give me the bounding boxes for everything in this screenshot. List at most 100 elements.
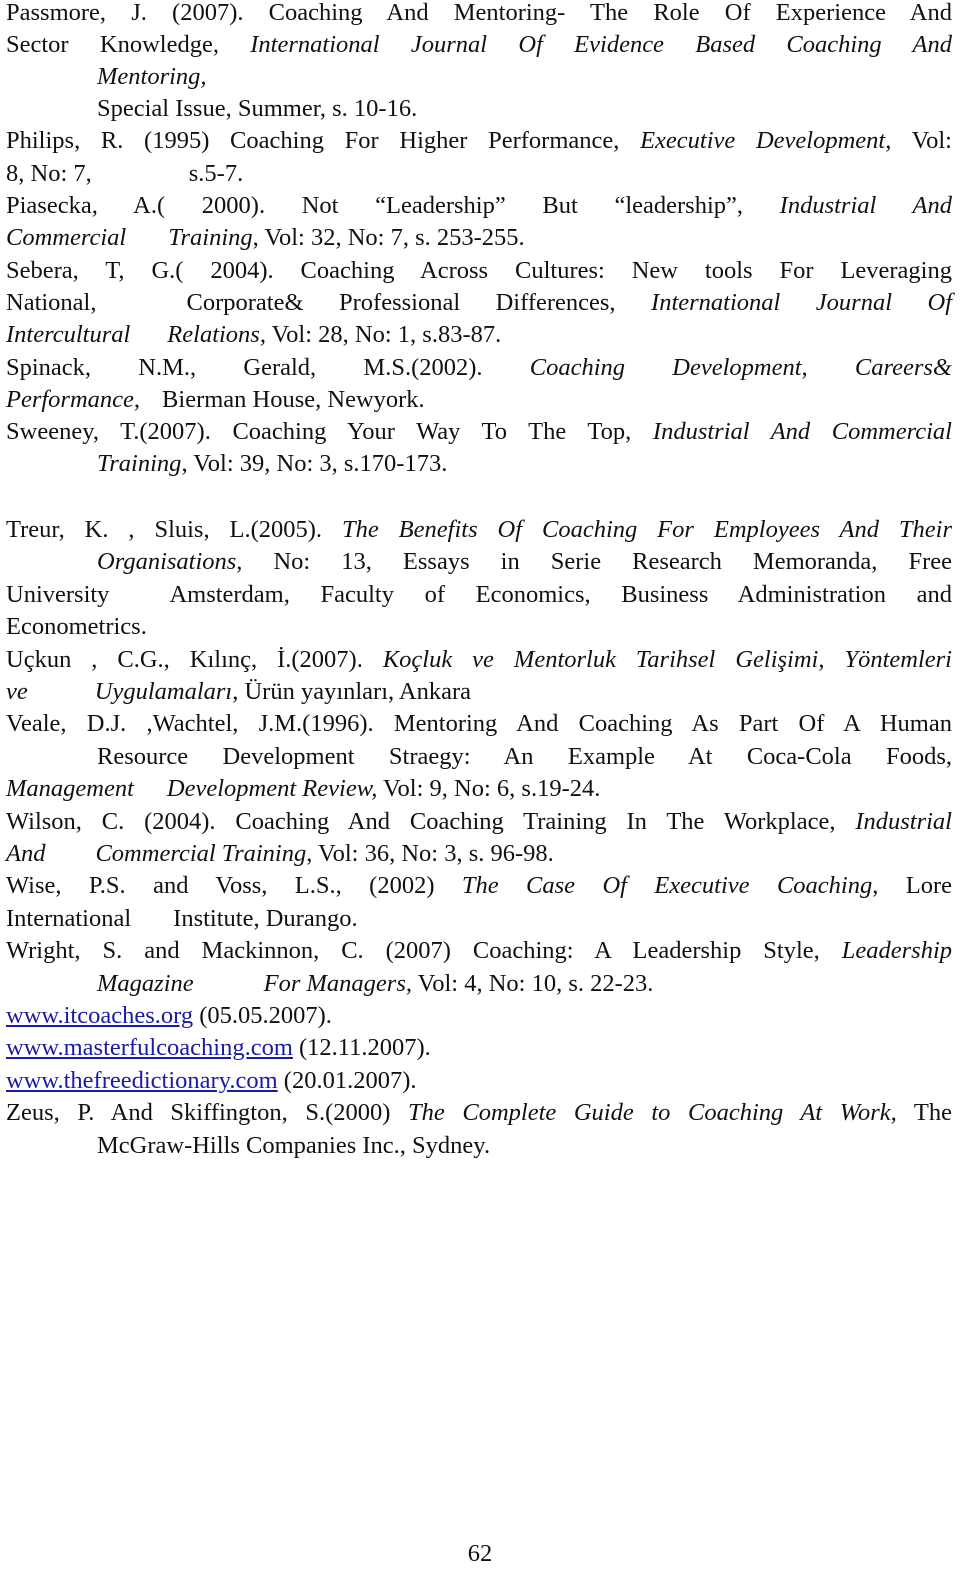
journal-title: Intercultural xyxy=(6,321,131,348)
journal-title: And xyxy=(6,840,46,867)
access-date: (12.11.2007). xyxy=(292,1034,431,1061)
web-ref-masterfulcoaching: www.masterfulcoaching.com (12.11.2007). xyxy=(6,1032,952,1064)
ref-wise-line2: International Institute, Durango. xyxy=(6,903,952,935)
book-title: Organisations, xyxy=(97,548,243,575)
ref-text: Piasecka, A.( 2000). Not “Leadership” Bu… xyxy=(6,192,780,219)
journal-title: Executive Development xyxy=(640,127,886,154)
book-title: Koçluk ve Mentorluk Tarihsel Gelişimi, Y… xyxy=(382,646,952,673)
ref-treur-line3: University Amsterdam, Faculty of Economic… xyxy=(6,579,952,611)
thefreedictionary-link[interactable]: www.thefreedictionary.com xyxy=(6,1067,278,1094)
ref-text: National, xyxy=(6,289,97,316)
journal-title: International Journal Of xyxy=(651,289,952,316)
ref-uckun-line2: ve Uygulamaları, Ürün yayınları, Ankara xyxy=(6,676,952,708)
ref-sebera-line3: Intercultural Relations, Vol: 28, No: 1, … xyxy=(6,319,952,351)
ref-sebera-line1: Sebera, T, G.( 2004). Coaching Across Cu… xyxy=(6,257,952,284)
ref-philips-line1: Philips, R. (1995) Coaching For Higher P… xyxy=(6,125,952,157)
ref-treur-line4: Econometrics. xyxy=(6,613,147,640)
ref-text: Amsterdam, Faculty of Economics, Busines… xyxy=(169,581,952,608)
ref-veale-line3: Management Development Review, Vol: 9, No… xyxy=(6,773,952,805)
book-title: The Case Of Executive Coaching xyxy=(461,872,873,899)
ref-passmore-line4: Special Issue, Summer, s. 10-16. xyxy=(97,95,418,122)
ref-piasecka-line1: Piasecka, A.( 2000). Not “Leadership” Bu… xyxy=(6,190,952,222)
ref-treur-line1: Treur, K. , Sluis, L.(2005). The Benefit… xyxy=(6,514,952,546)
journal-title: Relations, xyxy=(167,321,266,348)
ref-text: , Vol: xyxy=(885,127,952,154)
ref-text: Wise, P.S. and Voss, L.S., (2002) xyxy=(6,872,462,899)
ref-text: No: 13, Essays in Serie Research Memoran… xyxy=(242,548,952,575)
journal-title: Development Review, xyxy=(166,775,378,802)
journal-title: Industrial xyxy=(855,808,952,835)
ref-sweeney-line2: Training, Vol: 39, No: 3, s.170-173. xyxy=(97,448,952,480)
ref-text: Sector Knowledge, xyxy=(6,31,251,58)
ref-text: Wright, S. and Mackinnon, C. (2007) Coac… xyxy=(6,937,842,964)
journal-title: Industrial And Commercial xyxy=(652,418,952,445)
journal-title: Management xyxy=(6,775,134,802)
ref-text: University xyxy=(6,581,110,608)
journal-title: Mentoring, xyxy=(97,63,207,90)
web-ref-thefreedictionary: www.thefreedictionary.com (20.01.2007). xyxy=(6,1065,952,1097)
ref-text: Wilson, C. (2004). Coaching And Coaching… xyxy=(6,808,856,835)
access-date: (20.01.2007). xyxy=(277,1067,417,1094)
ref-spinack-line2: Performance, Bierman House, Newyork. xyxy=(6,384,952,416)
access-date: (05.05.2007). xyxy=(193,1002,332,1029)
ref-treur-line2: Organisations, No: 13, Essays in Serie R… xyxy=(97,546,952,578)
ref-piasecka-line2: Commercial Training, Vol: 32, No: 7, s. 2… xyxy=(6,222,952,254)
journal-title: Industrial And xyxy=(779,192,953,219)
book-title: Coaching Development, Careers& xyxy=(529,354,952,381)
ref-wise-line1: Wise, P.S. and Voss, L.S., (2002) The Ca… xyxy=(6,870,952,902)
ref-text: , Vol: 36, No: 3, s. 96-98. xyxy=(306,840,554,867)
book-title: Uygulamaları xyxy=(94,678,233,705)
journal-title: Commercial Training xyxy=(95,840,307,867)
ref-text: The xyxy=(896,1099,952,1126)
page-number: 62 xyxy=(467,1540,493,1567)
ref-text: 8, No: 7, xyxy=(6,160,92,187)
journal-title: For Managers, xyxy=(263,970,412,997)
ref-text: , Vol: 39, No: 3, s.170-173. xyxy=(181,450,448,477)
ref-wilson-line2: And Commercial Training, Vol: 36, No: 3, … xyxy=(6,838,952,870)
ref-text: Philips, R. (1995) Coaching For Higher P… xyxy=(6,127,641,154)
ref-veale-line2: Resource Development Straegy: An Example… xyxy=(97,743,952,770)
journal-title: Training xyxy=(168,224,253,251)
itcoaches-link[interactable]: www.itcoaches.org xyxy=(6,1002,193,1029)
ref-zeus-line2: McGraw-Hills Companies Inc., Sydney. xyxy=(97,1132,491,1159)
ref-text: Vol: 28, No: 1, s.83-87. xyxy=(265,321,502,348)
masterfulcoaching-link[interactable]: www.masterfulcoaching.com xyxy=(6,1034,293,1061)
journal-title: Training xyxy=(97,450,182,477)
ref-text: , Lore xyxy=(872,872,953,899)
ref-zeus-line1: Zeus, P. And Skiffington, S.(2000) The C… xyxy=(6,1097,952,1129)
ref-passmore-line3: Mentoring, xyxy=(97,61,952,93)
journal-title: Commercial xyxy=(6,224,127,251)
ref-text: Bierman House, Newyork. xyxy=(162,386,425,413)
ref-text: Sweeney, T.(2007). Coaching Your Way To … xyxy=(6,418,653,445)
journal-title: Magazine xyxy=(97,970,194,997)
web-ref-itcoaches: www.itcoaches.org (05.05.2007). xyxy=(6,1000,952,1032)
ref-passmore-line1: Passmore, J. (2007). Coaching And Mentor… xyxy=(6,0,952,26)
ref-text: Zeus, P. And Skiffington, S.(2000) xyxy=(6,1099,408,1126)
ref-sweeney-line1: Sweeney, T.(2007). Coaching Your Way To … xyxy=(6,416,952,448)
ref-uckun-line1: Uçkun , C.G., Kılınç, İ.(2007). Koçluk v… xyxy=(6,644,952,676)
book-title: ve xyxy=(6,678,28,705)
ref-wright-line1: Wright, S. and Mackinnon, C. (2007) Coac… xyxy=(6,935,952,967)
ref-wright-line2: Magazine For Managers, Vol: 4, No: 10, s.… xyxy=(97,968,952,1000)
ref-text: Vol: 9, No: 6, s.19-24. xyxy=(377,775,601,802)
ref-spinack-line1: Spinack, N.M., Gerald, M.S.(2002). Coach… xyxy=(6,352,952,384)
ref-text: Vol: 4, No: 10, s. 22-23. xyxy=(411,970,654,997)
book-title: The Benefits Of Coaching For Employees A… xyxy=(342,516,952,543)
ref-passmore-line2: Sector Knowledge, International Journal … xyxy=(6,29,952,61)
ref-text: International xyxy=(6,905,132,932)
ref-wilson-line1: Wilson, C. (2004). Coaching And Coaching… xyxy=(6,806,952,838)
ref-text: Uçkun , C.G., Kılınç, İ.(2007). xyxy=(6,646,383,673)
book-title: Performance, xyxy=(6,386,141,413)
ref-text: Spinack, N.M., Gerald, M.S.(2002). xyxy=(6,354,530,381)
book-title: The Complete Guide to Coaching At Work, xyxy=(408,1099,897,1126)
ref-text: Treur, K. , Sluis, L.(2005). xyxy=(6,516,342,543)
ref-veale-line1: Veale, D.J. ,Wachtel, J.M.(1996). Mentor… xyxy=(6,710,952,737)
ref-sebera-line2: National, Corporate& Professional Differe… xyxy=(6,287,952,319)
ref-text: Corporate& Professional Differences, xyxy=(186,289,652,316)
ref-text: , Vol: 32, No: 7, s. 253-255. xyxy=(252,224,525,251)
ref-text: , Ürün yayınları, Ankara xyxy=(232,678,472,705)
ref-text: Institute, Durango. xyxy=(173,905,358,932)
journal-title: Leadership xyxy=(841,937,952,964)
ref-pages: s.5-7. xyxy=(188,160,244,187)
journal-title: International Journal Of Evidence Based … xyxy=(250,31,952,58)
